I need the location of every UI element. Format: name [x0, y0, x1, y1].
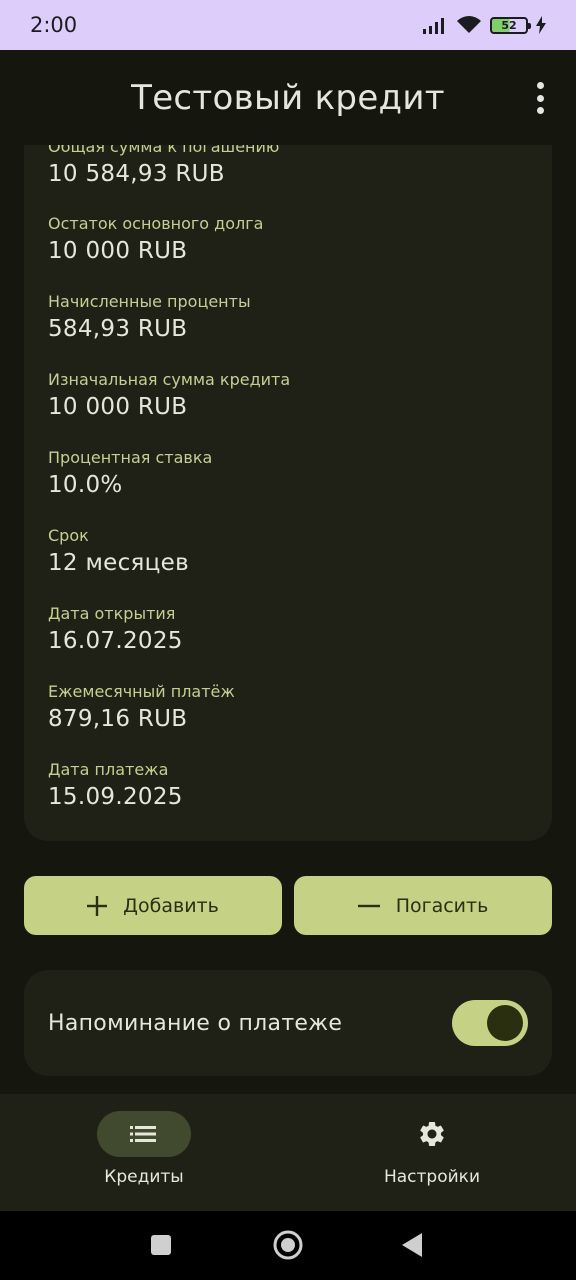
back-button[interactable]: [400, 1232, 424, 1262]
more-vert-icon[interactable]: [532, 82, 548, 114]
detail-value: 584,93 RUB: [48, 316, 188, 342]
signal-icon: [423, 18, 444, 34]
minus-icon: [357, 904, 380, 907]
detail-label: Процентная ставка: [48, 448, 213, 467]
nav-pill: [385, 1111, 479, 1157]
detail-label: Дата платежа: [48, 760, 169, 779]
payment-reminder-card: Напоминание о платеже: [24, 970, 552, 1076]
detail-label: Остаток основного долга: [48, 214, 264, 233]
recents-button[interactable]: [150, 1234, 172, 1260]
nav-item-credits[interactable]: Кредиты: [0, 1094, 288, 1211]
detail-interest-rate: Процентная ставка 10.0%: [48, 448, 212, 500]
list-icon: [130, 1126, 156, 1142]
bottom-navigation: Кредиты Настройки: [0, 1094, 576, 1211]
battery-level: 52: [501, 18, 517, 32]
detail-label: Срок: [48, 526, 89, 545]
back-triangle-icon: [402, 1233, 422, 1257]
wifi-icon: [457, 16, 481, 33]
detail-value: 12 месяцев: [48, 550, 189, 576]
home-circle-icon: [273, 1230, 303, 1260]
detail-value: 15.09.2025: [48, 784, 183, 810]
detail-payment-date: Дата платежа 15.09.2025: [48, 760, 183, 812]
repay-button-label: Погасить: [395, 894, 489, 917]
status-icons: 52: [422, 15, 546, 35]
detail-value: 879,16 RUB: [48, 706, 188, 732]
square-icon: [151, 1235, 171, 1255]
add-button-label: Добавить: [123, 894, 219, 917]
nav-pill-active: [97, 1111, 191, 1157]
repay-button[interactable]: Погасить: [294, 876, 552, 935]
detail-value: 10 584,93 RUB: [48, 161, 225, 187]
status-time: 2:00: [30, 13, 78, 37]
plus-icon: [87, 895, 108, 916]
detail-value: 10.0%: [48, 472, 123, 498]
detail-accrued-interest: Начисленные проценты 584,93 RUB: [48, 292, 251, 344]
detail-principal-remaining: Остаток основного долга 10 000 RUB: [48, 214, 263, 266]
charging-icon: [536, 16, 546, 34]
detail-value: 10 000 RUB: [48, 238, 188, 264]
detail-label: Начисленные проценты: [48, 292, 251, 311]
gear-icon: [420, 1122, 444, 1146]
nav-label-settings: Настройки: [383, 1167, 480, 1187]
reminder-label: Напоминание о платеже: [48, 1010, 343, 1036]
detail-label: Дата открытия: [48, 604, 176, 623]
detail-value: 16.07.2025: [48, 628, 183, 654]
home-button[interactable]: [272, 1229, 304, 1265]
detail-open-date: Дата открытия 16.07.2025: [48, 604, 183, 656]
toggle-knob: [487, 1005, 523, 1041]
page-title: Тестовый кредит: [131, 77, 445, 118]
nav-item-settings[interactable]: Настройки: [288, 1094, 576, 1211]
add-button[interactable]: Добавить: [24, 876, 282, 935]
nav-label-credits: Кредиты: [104, 1167, 184, 1187]
detail-monthly-payment: Ежемесячный платёж 879,16 RUB: [48, 682, 235, 734]
detail-value: 10 000 RUB: [48, 394, 188, 420]
app-bar: Тестовый кредит: [0, 50, 576, 145]
detail-term: Срок 12 месяцев: [48, 526, 189, 578]
detail-initial-amount: Изначальная сумма кредита 10 000 RUB: [48, 370, 290, 422]
status-bar: 2:00 52: [0, 0, 576, 50]
battery-icon: 52: [490, 16, 531, 34]
detail-label: Изначальная сумма кредита: [48, 370, 291, 389]
detail-label: Ежемесячный платёж: [48, 682, 235, 701]
reminder-toggle[interactable]: [452, 1000, 528, 1046]
